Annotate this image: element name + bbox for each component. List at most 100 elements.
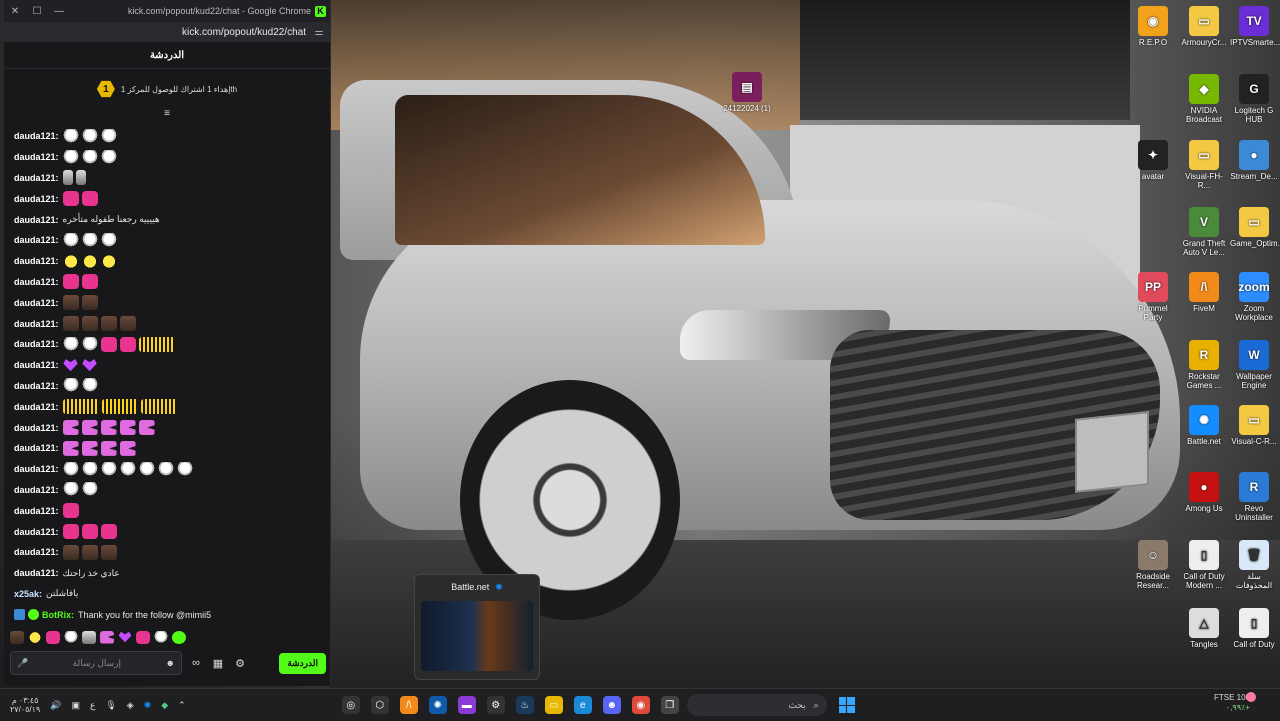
preview-thumbnail[interactable] xyxy=(421,601,533,671)
desktop-icon[interactable]: R Rockstar Games ... xyxy=(1180,340,1228,390)
desktop-icon[interactable]: ▭ Game_Optim... xyxy=(1230,207,1280,248)
chat-username[interactable]: dauda121: xyxy=(14,402,59,412)
emote-quick-8[interactable] xyxy=(136,630,150,644)
emoji-icon[interactable]: ☻ xyxy=(166,658,175,668)
chrome-icon[interactable]: ◉ xyxy=(631,696,650,714)
chevron-up-icon[interactable]: ⌃ xyxy=(178,700,186,711)
emote-heart[interactable] xyxy=(63,359,78,372)
taskbar-preview-battlenet[interactable]: Battle.net ✺ xyxy=(414,574,540,680)
emote-heart[interactable] xyxy=(82,359,97,372)
emote-quick-9[interactable] xyxy=(154,630,168,644)
chat-username[interactable]: dauda121: xyxy=(14,485,59,495)
chat-username[interactable]: BotRix: xyxy=(42,610,74,620)
emote-face[interactable] xyxy=(81,544,98,560)
emote-ghost[interactable] xyxy=(81,378,98,394)
emote-ghost[interactable] xyxy=(62,128,79,144)
emote-ghost[interactable] xyxy=(81,336,98,352)
window-title-bar[interactable]: ✕ ☐ — kick.com/popout/kud22/chat - Googl… xyxy=(4,0,330,22)
emote-pac[interactable] xyxy=(62,420,79,436)
chat-username[interactable]: dauda121: xyxy=(14,152,59,162)
emote-duck[interactable] xyxy=(62,253,79,269)
cube-app-icon[interactable]: ⬡ xyxy=(370,696,389,714)
emote-ghost[interactable] xyxy=(62,336,79,352)
notification-badge[interactable] xyxy=(1246,692,1256,702)
desktop-icon[interactable]: G Logitech G HUB xyxy=(1230,74,1278,124)
emote-face[interactable] xyxy=(100,544,117,560)
emote-ghost[interactable] xyxy=(62,149,79,165)
emote-pac[interactable] xyxy=(81,440,98,456)
desktop-icon[interactable]: /\ FiveM xyxy=(1180,272,1228,313)
clapper-app-icon[interactable]: ▬ xyxy=(457,696,476,714)
emote-pac[interactable] xyxy=(81,420,98,436)
emote-pink[interactable] xyxy=(81,524,98,540)
emote-ghost[interactable] xyxy=(100,128,117,144)
emote-pink[interactable] xyxy=(62,191,79,207)
site-settings-icon[interactable]: ⚌ xyxy=(312,27,326,38)
mic-icon[interactable]: 🎤 xyxy=(17,658,28,669)
mic-tray-icon[interactable]: 🎙 xyxy=(105,700,116,711)
desktop-icon[interactable]: ▯ Call of Duty xyxy=(1230,608,1278,649)
emote-pink[interactable] xyxy=(100,524,117,540)
emote-face[interactable] xyxy=(62,316,79,332)
chat-username[interactable]: dauda121: xyxy=(14,277,59,287)
start-button-icon[interactable] xyxy=(838,697,855,713)
desktop-icon[interactable]: TV IPTVSmarte... xyxy=(1230,6,1280,47)
emote-bars[interactable] xyxy=(62,399,99,415)
chat-username[interactable]: dauda121: xyxy=(14,360,59,370)
chat-username[interactable]: dauda121: xyxy=(14,423,59,433)
emote-duck[interactable] xyxy=(100,253,117,269)
chat-username[interactable]: dauda121: xyxy=(14,547,59,557)
emote-quick-5[interactable] xyxy=(82,630,96,644)
emote-face[interactable] xyxy=(62,295,79,311)
emote-pac[interactable] xyxy=(100,420,117,436)
emote-bars[interactable] xyxy=(138,336,175,352)
app-tray-icon[interactable]: ✺ xyxy=(144,700,152,711)
emote-ghost[interactable] xyxy=(81,128,98,144)
emote-ghost[interactable] xyxy=(62,461,79,477)
chat-message-input[interactable]: 🎤 إرسال رسالة ☻ xyxy=(10,651,182,675)
battlenet-taskbar-icon[interactable]: ✺ xyxy=(428,696,447,714)
language-indicator[interactable]: ع xyxy=(90,700,95,711)
desktop-icon[interactable]: ▭ ArmouryCr... xyxy=(1180,6,1228,47)
sub-goal-banner[interactable]: 1 إهداء 1 اشتراك للوصول للمركز 1th xyxy=(4,69,330,109)
emote-ghost[interactable] xyxy=(176,461,193,477)
link-icon[interactable]: ∞ xyxy=(188,657,204,669)
emote-quick-6[interactable] xyxy=(100,630,114,644)
emote-ghost[interactable] xyxy=(81,149,98,165)
desktop-icon[interactable]: ● Stream_De... xyxy=(1230,140,1278,181)
desktop-icon[interactable]: W Wallpaper Engine xyxy=(1230,340,1278,390)
desktop-icon[interactable]: 🗑 سلة المحذوفات xyxy=(1230,540,1278,590)
emote-quick-2[interactable] xyxy=(28,630,42,644)
emote-face[interactable] xyxy=(100,316,117,332)
settings-icon[interactable]: ⚙ xyxy=(232,657,248,670)
desktop-icon[interactable]: zoom Zoom Workplace xyxy=(1230,272,1278,322)
chat-username[interactable]: dauda121: xyxy=(14,339,59,349)
discord-icon[interactable]: ☻ xyxy=(602,696,621,714)
emote-ghost[interactable] xyxy=(119,461,136,477)
desktop-icon[interactable]: ◆ NVIDIA Broadcast xyxy=(1180,74,1228,124)
chat-username[interactable]: dauda121: xyxy=(14,381,59,391)
emote-duck[interactable] xyxy=(81,253,98,269)
chat-username[interactable]: dauda121: xyxy=(14,173,59,183)
desktop-icon[interactable]: ✦ avatar xyxy=(1129,140,1177,181)
emote-pin[interactable] xyxy=(62,170,73,186)
chat-username[interactable]: dauda121: xyxy=(14,194,59,204)
emote-face[interactable] xyxy=(81,295,98,311)
chat-username[interactable]: dauda121: xyxy=(14,235,59,245)
emote-ghost[interactable] xyxy=(81,461,98,477)
desktop-icon[interactable]: ▯ Call of Duty Modern ... xyxy=(1180,540,1228,590)
network-icon[interactable]: ◈ xyxy=(127,700,134,711)
emote-ghost[interactable] xyxy=(157,461,174,477)
chat-username[interactable]: dauda121: xyxy=(14,443,59,453)
emote-quick-3[interactable] xyxy=(46,630,60,644)
emote-ghost[interactable] xyxy=(62,482,79,498)
chat-username[interactable]: dauda121: xyxy=(14,215,59,225)
emote-ghost[interactable] xyxy=(62,378,79,394)
obs-icon[interactable]: ◎ xyxy=(341,696,360,714)
desktop-icon[interactable]: ▭ Visual-FH-R... xyxy=(1180,140,1228,190)
emote-pac[interactable] xyxy=(100,440,117,456)
emote-face[interactable] xyxy=(119,316,136,332)
collapse-icon[interactable]: ≡ xyxy=(4,109,330,121)
chat-username[interactable]: dauda121: xyxy=(14,298,59,308)
emote-face[interactable] xyxy=(62,544,79,560)
